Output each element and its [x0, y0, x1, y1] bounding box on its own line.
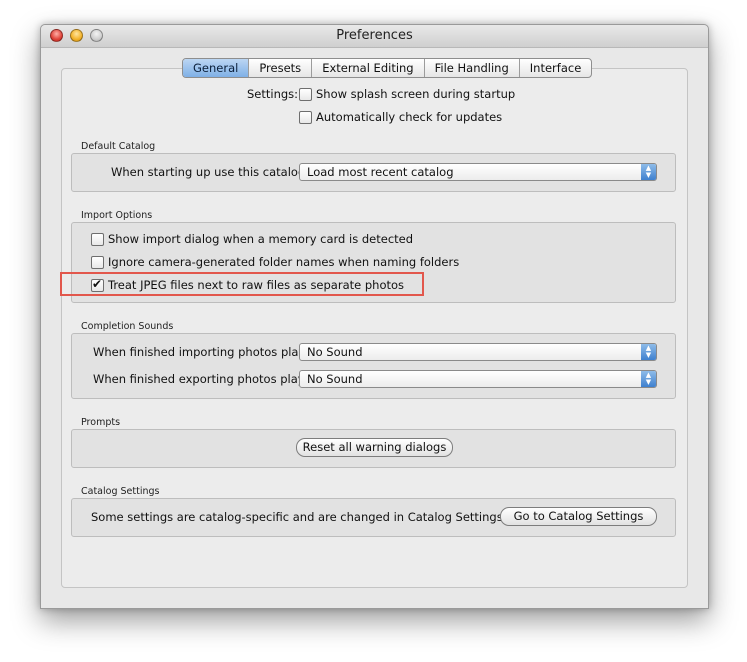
default-catalog-heading: Default Catalog	[81, 141, 156, 152]
importing-sound-select[interactable]: No Sound ▲ ▼	[299, 343, 657, 361]
go-to-catalog-settings-button[interactable]: Go to Catalog Settings	[500, 507, 657, 526]
settings-label: Settings:	[247, 87, 299, 101]
ignore-folder-names-label: Ignore camera-generated folder names whe…	[108, 255, 460, 269]
treat-jpeg-label: Treat JPEG files next to raw files as se…	[108, 278, 405, 292]
tab-general[interactable]: General	[183, 59, 249, 77]
exporting-sound-select[interactable]: No Sound ▲ ▼	[299, 370, 657, 388]
tab-interface[interactable]: Interface	[518, 59, 591, 77]
import-dialog-checkbox[interactable]	[91, 233, 104, 246]
updates-label: Automatically check for updates	[316, 110, 503, 124]
treat-jpeg-checkbox[interactable]: ✔	[91, 277, 104, 292]
catalog-settings-heading: Catalog Settings	[81, 486, 160, 497]
ignore-folder-names-checkbox[interactable]	[91, 256, 104, 269]
reset-warning-dialogs-button[interactable]: Reset all warning dialogs	[296, 438, 453, 457]
updates-checkbox[interactable]	[299, 111, 312, 124]
tab-file-handling[interactable]: File Handling	[423, 59, 519, 77]
catalog-settings-text: Some settings are catalog-specific and a…	[91, 510, 507, 524]
import-options-heading: Import Options	[81, 210, 153, 221]
default-catalog-value: Load most recent catalog	[307, 165, 454, 179]
tab-presets[interactable]: Presets	[248, 59, 311, 77]
default-catalog-prompt: When starting up use this catalog:	[111, 165, 310, 179]
completion-sounds-heading: Completion Sounds	[81, 321, 174, 332]
splash-checkbox[interactable]	[299, 88, 312, 101]
popup-arrows-icon: ▲ ▼	[641, 344, 656, 360]
importing-sound-label: When finished importing photos play:	[93, 345, 309, 359]
title-bar[interactable]: Preferences	[41, 25, 708, 48]
popup-arrows-icon: ▲ ▼	[641, 371, 656, 387]
exporting-sound-label: When finished exporting photos play:	[93, 372, 308, 386]
default-catalog-select[interactable]: Load most recent catalog ▲ ▼	[299, 163, 657, 181]
checkmark-icon: ✔	[92, 277, 103, 291]
splash-label: Show splash screen during startup	[316, 87, 516, 101]
prompts-heading: Prompts	[81, 417, 121, 428]
exporting-sound-value: No Sound	[307, 372, 363, 386]
importing-sound-value: No Sound	[307, 345, 363, 359]
tab-bar: General Presets External Editing File Ha…	[182, 58, 593, 78]
tab-external-editing[interactable]: External Editing	[311, 59, 423, 77]
popup-arrows-icon: ▲ ▼	[641, 164, 656, 180]
import-dialog-label: Show import dialog when a memory card is…	[108, 232, 414, 246]
window-title: Preferences	[336, 28, 413, 43]
